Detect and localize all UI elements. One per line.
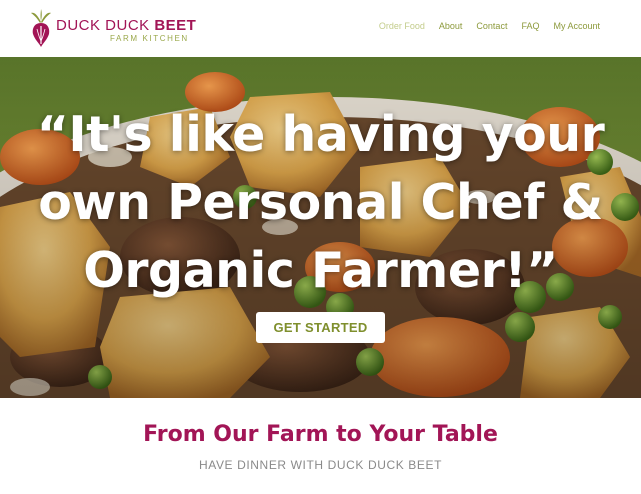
logo[interactable]: DUCK DUCK BEET FARM KITCHEN <box>30 8 196 48</box>
nav-item-faq[interactable]: FAQ <box>521 21 539 31</box>
brand-name: DUCK DUCK BEET <box>56 17 197 34</box>
site-header: DUCK DUCK BEET FARM KITCHEN Order Food A… <box>0 0 641 57</box>
hero-banner: “It's like having your own Personal Chef… <box>0 57 641 398</box>
nav-item-my-account[interactable]: My Account <box>553 21 600 31</box>
beet-icon <box>31 9 51 47</box>
nav-item-order-food[interactable]: Order Food <box>379 21 425 31</box>
nav-item-contact[interactable]: Contact <box>476 21 507 31</box>
get-started-button[interactable]: GET STARTED <box>256 312 385 343</box>
main-nav: Order Food About Contact FAQ My Account <box>365 21 600 31</box>
brand-tagline: FARM KITCHEN <box>110 34 189 43</box>
section-subtitle: HAVE DINNER WITH DUCK DUCK BEET <box>198 458 443 472</box>
hero-quote: “It's like having your own Personal Chef… <box>36 106 605 299</box>
section-title: From Our Farm to Your Table <box>143 422 498 447</box>
nav-item-about[interactable]: About <box>439 21 463 31</box>
